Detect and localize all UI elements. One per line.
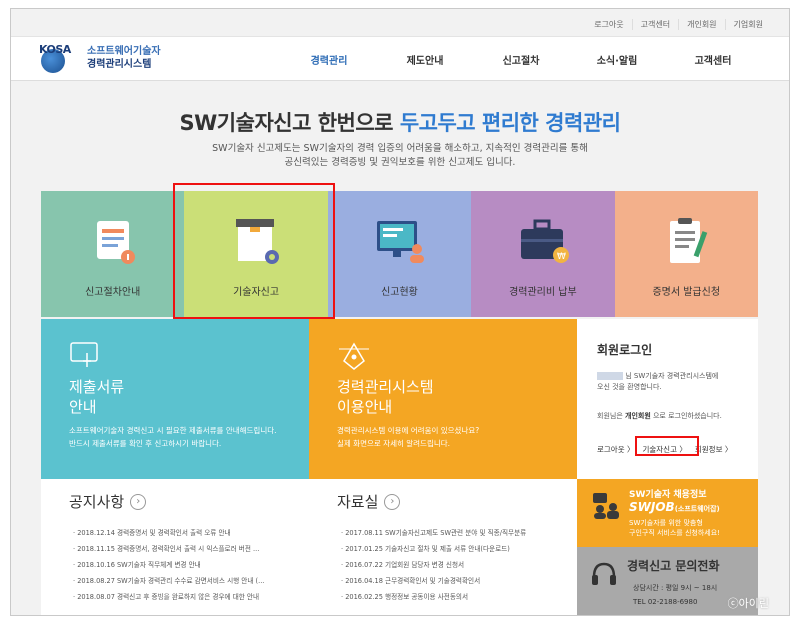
site-logo[interactable]: KOSA 소프트웨어기술자 경력관리시스템 bbox=[39, 43, 161, 73]
list-item[interactable]: · 2016.02.25 행정정보 공동이용 사전동의서 bbox=[341, 589, 526, 605]
highlight-box bbox=[635, 436, 699, 456]
logout-link[interactable]: 로그아웃 〉 bbox=[597, 444, 634, 455]
watermark: ⓒ아이린 bbox=[727, 597, 769, 610]
job-title: SW기술자 채용정보 bbox=[629, 490, 707, 500]
nav-career[interactable]: 경력관리 bbox=[281, 52, 377, 67]
kosa-logo-icon: KOSA bbox=[39, 43, 81, 73]
logo-line2: 경력관리시스템 bbox=[87, 59, 152, 70]
login-title: 회원로그인 bbox=[597, 343, 653, 357]
member-info-link[interactable]: 회원정보 〉 bbox=[695, 444, 732, 455]
browser-page: 로그아웃 고객센터 개인회원 기업회원 KOSA 소프트웨어기술자 경력관리시스… bbox=[10, 8, 790, 616]
login-greeting: 님 SW기술자 경력관리시스템에 오신 것을 환영합니다. bbox=[597, 372, 719, 391]
data-room-more-icon[interactable]: › bbox=[384, 493, 401, 510]
list-item[interactable]: · 2018.08.07 경력신고 후 증빙을 완료하지 않은 경우에 대한 안내 bbox=[73, 589, 264, 605]
job-banner[interactable]: SW기술자 채용정보 SWJOB(소프트웨어잡) SW기술자를 위한 맞춤형 구… bbox=[577, 479, 758, 547]
list-item[interactable]: · 2016.04.18 근무경력확인서 및 기술경력확인서 bbox=[341, 573, 526, 589]
document-info-icon bbox=[96, 221, 135, 264]
header: KOSA 소프트웨어기술자 경력관리시스템 경력관리 제도안내 신고절차 소식·… bbox=[11, 37, 789, 81]
job-desc: SW기술자를 위한 맞춤형 구인구직 서비스를 신청하세요! bbox=[629, 519, 720, 537]
data-room-panel: 자료실 › · 2017.08.11 SW기술자신고제도 SW관련 분야 및 직종/… bbox=[309, 479, 577, 615]
svg-text:₩: ₩ bbox=[557, 252, 566, 262]
chat-users-icon bbox=[593, 493, 619, 519]
utility-links: 로그아웃 고객센터 개인회원 기업회원 bbox=[586, 13, 771, 35]
hero-title: SW기술자신고 한번으로 두고두고 편리한 경력관리 bbox=[179, 111, 621, 135]
util-support-link[interactable]: 고객센터 bbox=[631, 18, 678, 30]
list-item[interactable]: · 2018.11.15 경력증명서, 경력확인서 출력 시 익스플로러 버전 .… bbox=[73, 541, 264, 557]
service-tiles: 신고절차안내 기술자신고 신고현황 ₩ 경력관리비 납부 증명서 발급신청 bbox=[41, 191, 758, 317]
list-item[interactable]: · 2017.01.25 기술자신고 절차 및 제출 서류 안내(다운로드) bbox=[341, 541, 526, 557]
system-guide-desc: 경력관리시스템 이용에 어려움이 있으셨나요? 실제 화면으로 자세히 알려드립… bbox=[337, 426, 480, 448]
notice-more-icon[interactable]: › bbox=[130, 493, 147, 510]
logo-line1: 소프트웨어기술자 bbox=[87, 46, 161, 57]
login-status: 회원님은 개인회원 으로 로그인하셨습니다. bbox=[597, 412, 722, 420]
list-item[interactable]: · 2018.12.14 경력증명서 및 경력확인서 출력 오류 안내 bbox=[73, 525, 264, 541]
data-room-title: 자료실 bbox=[337, 493, 379, 511]
touch-icon bbox=[70, 342, 98, 367]
nav-system[interactable]: 제도안내 bbox=[377, 52, 473, 67]
documents-panel[interactable]: 제출서류 안내 소프트웨어기술자 경력신고 시 필요한 제출서류를 안내해드립니… bbox=[41, 319, 309, 479]
nav-news[interactable]: 소식·알림 bbox=[569, 52, 665, 67]
briefcase-coin-icon: ₩ bbox=[520, 219, 569, 263]
notice-title: 공지사항 bbox=[69, 493, 125, 511]
list-item[interactable]: · 2016.07.22 기업회원 담당자 변경 신청서 bbox=[341, 557, 526, 573]
monitor-user-icon bbox=[377, 221, 425, 263]
system-guide-title: 경력관리시스템 이용안내 bbox=[337, 378, 434, 416]
list-item[interactable]: · 2017.08.11 SW기술자신고제도 SW관련 분야 및 직종/직무분류 bbox=[341, 525, 526, 541]
blurred-username bbox=[597, 372, 623, 380]
contact-title: 경력신고 문의전화 bbox=[627, 559, 720, 573]
notice-panel: 공지사항 › · 2018.12.14 경력증명서 및 경력확인서 출력 오류 안내… bbox=[41, 479, 309, 615]
tile-report-status[interactable]: 신고현황 bbox=[327, 191, 472, 317]
documents-title: 제출서류 안내 bbox=[69, 378, 125, 416]
tile-fee-payment[interactable]: ₩ 경력관리비 납부 bbox=[471, 191, 615, 317]
list-item[interactable]: · 2018.08.27 SW기술자 경력관리 수수료 감면서비스 시행 안내 (… bbox=[73, 573, 264, 589]
notice-list: · 2018.12.14 경력증명서 및 경력확인서 출력 오류 안내 · 201… bbox=[73, 525, 264, 605]
highlight-box bbox=[173, 183, 335, 319]
hero-subtitle: SW기술자 신고제도는 SW기술자의 경력 입증의 어려움을 해소하고, 지속적… bbox=[212, 143, 588, 168]
util-personal-link[interactable]: 개인회원 bbox=[678, 18, 724, 30]
nav-support[interactable]: 고객센터 bbox=[665, 52, 761, 67]
swjob-logo: SWJOB(소프트웨어잡) bbox=[629, 500, 720, 514]
clipboard-pen-icon bbox=[670, 218, 708, 263]
data-room-list: · 2017.08.11 SW기술자신고제도 SW관련 분야 및 직종/직무분류 … bbox=[341, 525, 526, 605]
pen-tool-icon bbox=[339, 342, 369, 370]
tile-certificate-request[interactable]: 증명서 발급신청 bbox=[614, 191, 758, 317]
main-nav: 경력관리 제도안내 신고절차 소식·알림 고객센터 bbox=[281, 37, 761, 81]
util-logout-link[interactable]: 로그아웃 bbox=[586, 19, 631, 30]
list-item[interactable]: · 2018.10.16 SW기술자 직무체계 변경 안내 bbox=[73, 557, 264, 573]
util-corporate-link[interactable]: 기업회원 bbox=[724, 18, 771, 30]
system-guide-panel[interactable]: 경력관리시스템 이용안내 경력관리시스템 이용에 어려움이 있으셨나요? 실제 … bbox=[309, 319, 577, 479]
tile-procedure-guide[interactable]: 신고절차안내 bbox=[41, 191, 185, 317]
nav-procedure[interactable]: 신고절차 bbox=[473, 52, 569, 67]
documents-desc: 소프트웨어기술자 경력신고 시 필요한 제출서류를 안내해드립니다. 반드시 제… bbox=[69, 426, 277, 448]
headset-icon bbox=[592, 562, 616, 585]
contact-details: 상담시간 : 평일 9시 ~ 18시 TEL 02-2188-6980 bbox=[633, 584, 718, 606]
